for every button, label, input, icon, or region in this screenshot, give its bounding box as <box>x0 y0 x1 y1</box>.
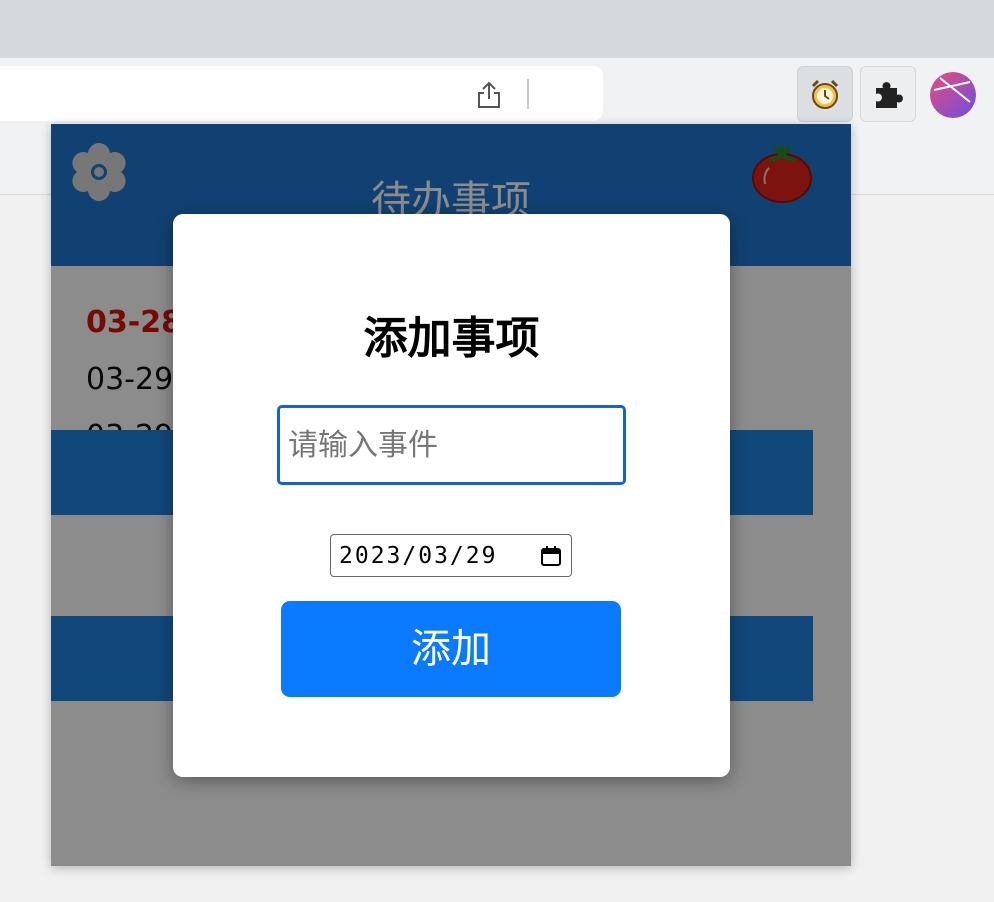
alarm-extension-button[interactable] <box>797 66 853 122</box>
share-icon[interactable] <box>476 81 502 109</box>
browser-tab-strip <box>0 0 994 58</box>
profile-avatar[interactable] <box>930 72 976 118</box>
address-bar-divider <box>527 79 529 109</box>
calendar-icon[interactable] <box>540 545 562 567</box>
alarm-clock-icon <box>811 79 839 109</box>
date-picker[interactable]: 2023/03/29 <box>330 534 572 577</box>
submit-add-button[interactable]: 添加 <box>281 601 621 697</box>
event-input[interactable] <box>277 405 626 485</box>
dialog-title: 添加事项 <box>363 313 540 364</box>
extensions-button[interactable] <box>860 66 916 122</box>
date-value: 2023/03/29 <box>339 542 498 569</box>
puzzle-icon <box>876 82 903 108</box>
add-item-dialog: 添加事项 2023/03/29 添加 <box>173 214 730 777</box>
address-bar[interactable] <box>0 66 603 121</box>
